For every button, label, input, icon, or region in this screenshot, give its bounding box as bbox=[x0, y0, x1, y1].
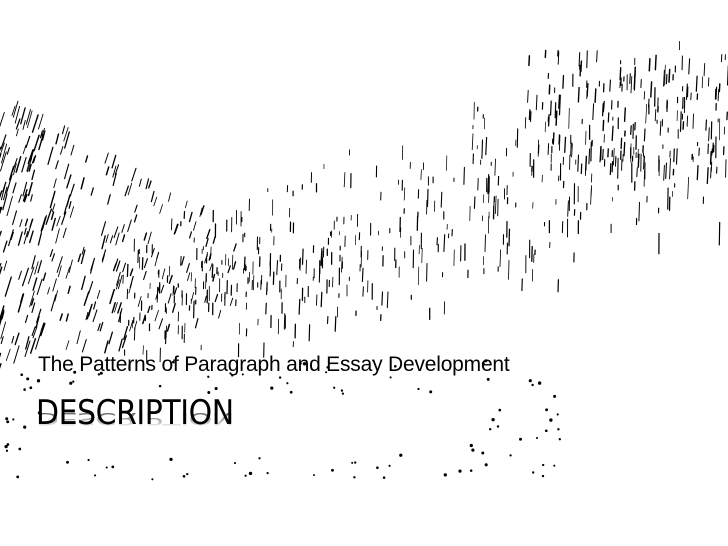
wave-dot-pattern-background bbox=[0, 40, 728, 481]
title-slide: The Patterns of Paragraph and Essay Deve… bbox=[0, 0, 728, 546]
slide-title-group: DESCRIPTION DESCRIPTION bbox=[36, 394, 456, 464]
slide-title-reflection: DESCRIPTION bbox=[36, 408, 234, 429]
slide-subtitle: The Patterns of Paragraph and Essay Deve… bbox=[38, 353, 510, 376]
